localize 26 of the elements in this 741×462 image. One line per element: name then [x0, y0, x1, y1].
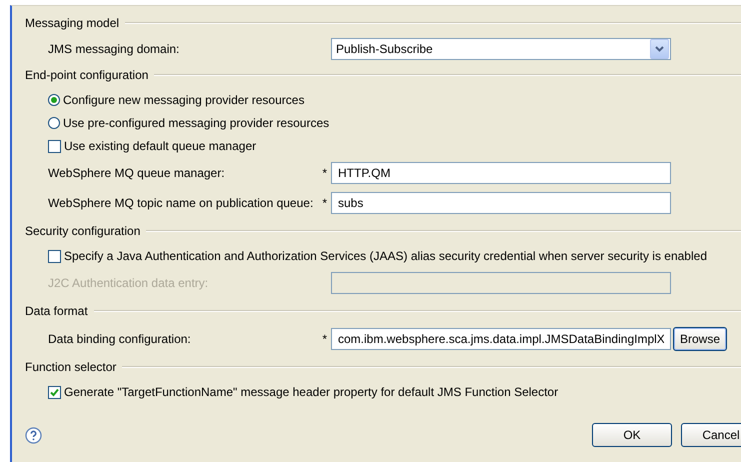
- checkbox-option[interactable]: Generate "TargetFunctionName" message header property for default JMS Function Selector: [48, 385, 558, 399]
- help-icon[interactable]: [25, 426, 42, 444]
- checkbox-option[interactable]: Specify a Java Authentication and Authorization Services (JAAS) alias security credential when server security is enabled: [48, 249, 707, 263]
- radio-option[interactable]: Configure new messaging provider resources: [48, 92, 304, 106]
- radio-option[interactable]: Use pre-configured messaging provider resources: [48, 116, 330, 130]
- section-title: Function selector: [25, 360, 116, 374]
- input-field[interactable]: subs: [331, 192, 671, 214]
- field-label: JMS messaging domain:: [48, 42, 180, 56]
- input-field[interactable]: HTTP.QM: [331, 162, 671, 184]
- section-title: Data format: [25, 304, 88, 318]
- browse-button[interactable]: Browse: [673, 327, 728, 351]
- section-title: Security configuration: [25, 224, 140, 238]
- section-title: End-point configuration: [25, 68, 148, 82]
- section-title: Messaging model: [25, 16, 120, 30]
- dialog-button[interactable]: Cancel: [681, 423, 741, 447]
- required-marker: *: [321, 166, 328, 180]
- required-marker: *: [321, 196, 328, 210]
- field-label: Data binding configuration:: [48, 332, 192, 346]
- checkmark-icon: [50, 388, 59, 396]
- field-label: WebSphere MQ topic name on publication queue:: [48, 196, 310, 210]
- dialog-button[interactable]: OK: [592, 423, 672, 447]
- checkbox-option[interactable]: Use existing default queue manager: [48, 139, 256, 153]
- required-marker: *: [321, 332, 328, 346]
- field-label: J2C Authentication data entry:: [48, 276, 210, 290]
- domain-dropdown[interactable]: Publish-Subscribe: [331, 38, 671, 60]
- field-label: WebSphere MQ queue manager:: [48, 166, 226, 180]
